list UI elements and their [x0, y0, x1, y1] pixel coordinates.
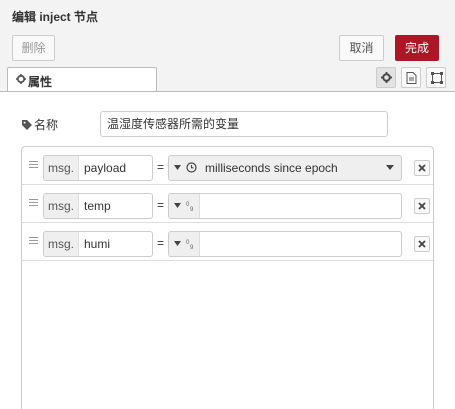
number-type-icon: 09 [186, 202, 194, 212]
dialog-title: 编辑 inject 节点 [12, 10, 99, 24]
drag-handle-icon[interactable] [29, 237, 38, 244]
property-name: payload [84, 161, 127, 175]
properties-panel: 名称 温湿度传感器所需的变量 msg. payload = millisecon… [0, 92, 455, 409]
drag-handle-icon[interactable] [29, 161, 38, 168]
property-row-humi: msg. humi = 09 [22, 223, 433, 261]
msg-prefix: msg. [44, 232, 79, 256]
value-input[interactable]: 09 [168, 231, 402, 257]
remove-row-button[interactable] [414, 198, 430, 214]
svg-text:9: 9 [190, 245, 194, 250]
property-row-temp: msg. temp = 09 [22, 185, 433, 223]
value-type-button[interactable]: 09 [169, 194, 200, 218]
remove-row-button[interactable] [414, 160, 430, 176]
node-settings-button[interactable] [376, 67, 396, 88]
document-icon [406, 72, 417, 84]
property-name-input[interactable]: msg. payload [43, 155, 153, 181]
property-name-input[interactable]: msg. humi [43, 231, 153, 257]
close-icon [418, 164, 426, 172]
name-label-text: 名称 [34, 118, 59, 132]
chevron-down-icon [386, 165, 394, 170]
close-icon [418, 202, 426, 210]
delete-button[interactable]: 删除 [12, 35, 55, 61]
drag-handle-icon[interactable] [29, 199, 38, 206]
msg-prefix: msg. [44, 194, 79, 218]
clock-icon [186, 162, 197, 173]
done-button[interactable]: 完成 [395, 35, 439, 61]
name-input[interactable]: 温湿度传感器所需的变量 [100, 111, 388, 137]
dialog-header: 编辑 inject 节点 [0, 0, 455, 32]
caret-down-icon [174, 165, 181, 170]
value-type-select[interactable]: milliseconds since epoch [168, 155, 402, 181]
equals-sign: = [157, 198, 165, 212]
value-type-button[interactable]: 09 [169, 232, 200, 256]
msg-prefix: msg. [44, 156, 79, 180]
property-name: temp [84, 199, 111, 213]
equals-sign: = [157, 236, 165, 250]
tag-icon [22, 120, 32, 130]
tab-properties-label: 属性 [28, 75, 53, 89]
property-name: humi [84, 237, 111, 251]
node-appearance-button[interactable] [426, 67, 446, 88]
close-icon [418, 240, 426, 248]
svg-text:9: 9 [190, 207, 194, 212]
name-label: 名称 [22, 116, 58, 133]
property-name-input[interactable]: msg. temp [43, 193, 153, 219]
dialog-toolbar: 删除 取消 完成 [0, 31, 455, 65]
equals-sign: = [157, 160, 165, 174]
caret-down-icon [174, 241, 181, 246]
property-list: msg. payload = milliseconds since epoch … [21, 146, 434, 409]
tab-properties[interactable]: 属性 [7, 67, 157, 91]
caret-down-icon [174, 203, 181, 208]
gear-icon [381, 72, 392, 83]
remove-row-button[interactable] [414, 236, 430, 252]
gear-icon [16, 73, 26, 87]
node-description-button[interactable] [401, 67, 421, 88]
value-type-text: milliseconds since epoch [205, 161, 338, 175]
frame-icon [431, 72, 443, 84]
value-input[interactable]: 09 [168, 193, 402, 219]
number-type-icon: 09 [186, 240, 194, 250]
cancel-button[interactable]: 取消 [339, 35, 384, 61]
property-row-payload: msg. payload = milliseconds since epoch [22, 147, 433, 185]
tab-bar: 属性 [0, 67, 455, 92]
